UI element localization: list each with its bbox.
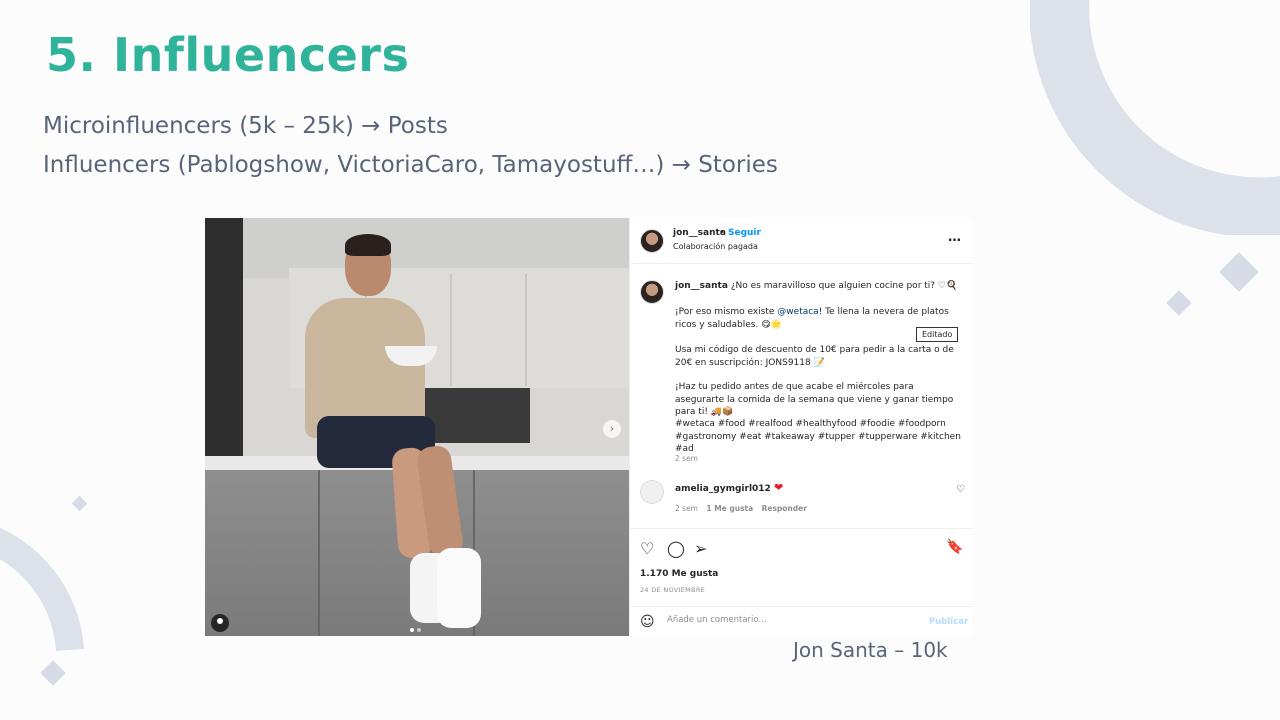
post-photo: › [205, 218, 629, 636]
wetaca-mention-link[interactable]: @wetaca [777, 307, 818, 317]
post-side-panel: jon__santa • Seguir Colaboración pagada … [629, 218, 973, 636]
decorative-diamond-bottom [40, 660, 66, 686]
heart-emoji: ❤ [773, 481, 784, 494]
emoji-icon[interactable]: ☺ [640, 614, 655, 630]
caption-avatar[interactable] [640, 280, 664, 304]
post-header: jon__santa • Seguir Colaboración pagada … [630, 218, 973, 264]
commenter-username[interactable]: amelia_gymgirl012 [675, 484, 771, 494]
next-photo-button[interactable]: › [603, 420, 621, 438]
decorative-diamond-medium [1166, 290, 1192, 316]
reply-button[interactable]: Responder [762, 504, 807, 513]
slide-title: 5. Influencers [46, 28, 410, 82]
comment-meta: 2 sem 1 Me gusta Responder [675, 504, 807, 513]
caption-username[interactable]: jon__santa [675, 281, 728, 291]
decorative-diamond-small [71, 495, 88, 512]
likes-count[interactable]: 1.170 Me gusta [640, 569, 718, 579]
paid-partnership-label[interactable]: Colaboración pagada [673, 242, 758, 251]
decorative-diamond-large [1219, 252, 1259, 292]
influencers-line: Influencers (Pablogshow, VictoriaCaro, T… [43, 152, 778, 178]
post-actions: ♡ ◯ ➢ 🔖 1.170 Me gusta 24 DE NOVIEMBRE [630, 528, 973, 606]
comment-line: amelia_gymgirl012 ❤ [675, 481, 783, 494]
comment-composer: ☺ Publicar [630, 606, 973, 636]
decorative-arc-top-right [1030, 0, 1280, 235]
post-date[interactable]: 24 DE NOVIEMBRE [640, 586, 705, 594]
comment-like-icon[interactable]: ♡ [956, 484, 965, 495]
caption-line-1: jon__santa ¿No es maravilloso que alguie… [675, 280, 965, 293]
author-username[interactable]: jon__santa [673, 228, 726, 238]
like-icon[interactable]: ♡ [640, 539, 654, 558]
comment-input[interactable] [667, 615, 907, 625]
more-options-icon[interactable]: … [948, 230, 961, 245]
save-icon[interactable]: 🔖 [946, 539, 963, 555]
edited-tooltip: Editado [916, 327, 959, 342]
commenter-avatar[interactable] [640, 480, 664, 504]
comment-time[interactable]: 2 sem [675, 504, 698, 513]
publish-button[interactable]: Publicar [929, 617, 968, 627]
caption-time[interactable]: 2 sem [675, 454, 698, 463]
share-icon[interactable]: ➢ [694, 539, 707, 558]
comment-likes[interactable]: 1 Me gusta [706, 504, 753, 513]
instagram-post-screenshot: › jon__santa • Seguir Colaboración pagad… [205, 218, 973, 636]
caption-paragraph-4: ¡Haz tu pedido antes de que acabe el mié… [675, 382, 954, 417]
carousel-dots [410, 628, 421, 632]
decorative-arc-bottom-left [0, 527, 84, 652]
caption-paragraph-3: Usa mi código de descuento de 10€ para p… [675, 345, 954, 368]
comment-icon[interactable]: ◯ [667, 539, 685, 558]
caption-hashtags[interactable]: #wetaca #food #realfood #healthyfood #fo… [675, 418, 965, 456]
microinfluencers-line: Microinfluencers (5k – 25k) → Posts [43, 113, 448, 139]
tagged-users-icon[interactable] [211, 614, 229, 632]
author-avatar[interactable] [640, 229, 664, 253]
separator-dot: • [719, 228, 725, 238]
follow-button[interactable]: Seguir [728, 228, 761, 238]
caption-text-1: ¿No es maravilloso que alguien cocine po… [730, 281, 958, 291]
post-caption-label: Jon Santa – 10k [793, 638, 948, 662]
